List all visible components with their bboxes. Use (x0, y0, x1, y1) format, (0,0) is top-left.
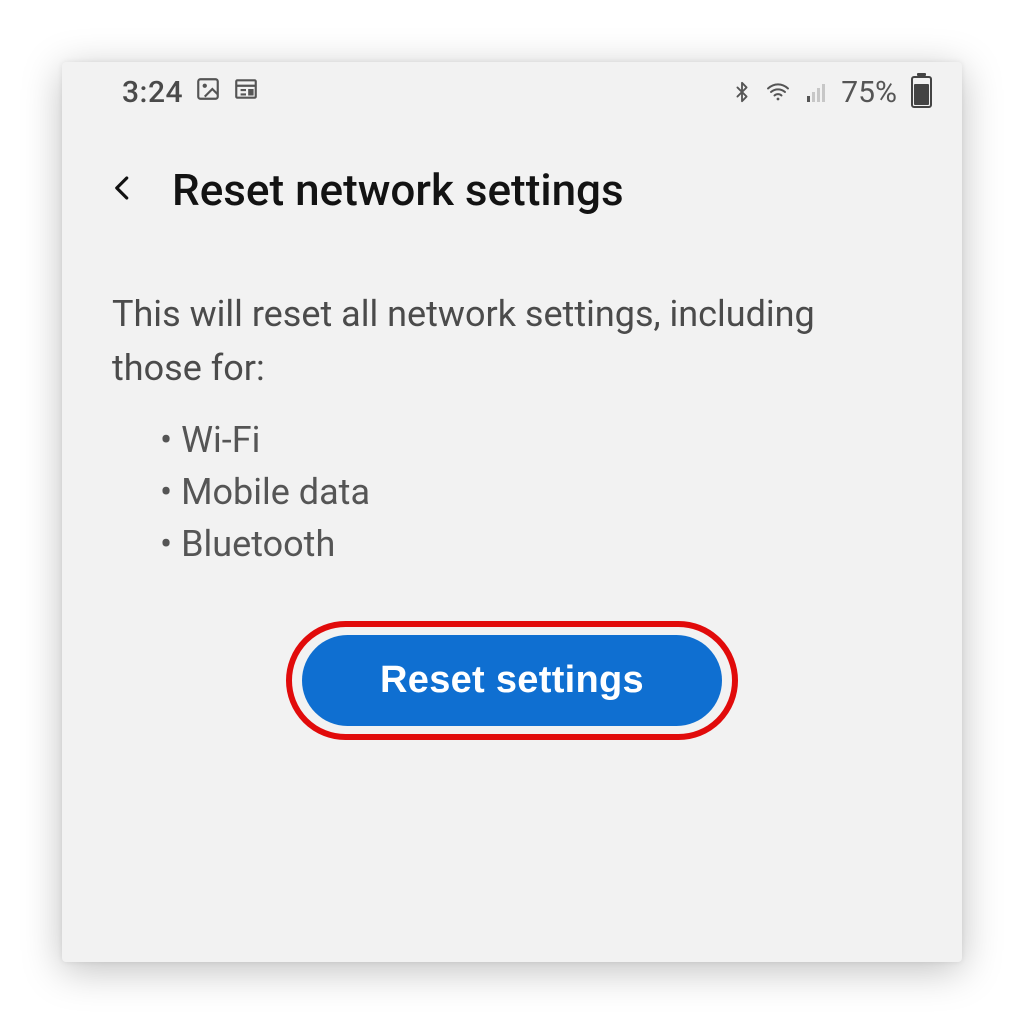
clock-text: 3:24 (122, 75, 183, 110)
battery-icon (907, 76, 932, 108)
image-icon (195, 75, 221, 110)
settings-screen: 3:24 75% (62, 62, 962, 962)
page-title: Reset network settings (172, 164, 624, 216)
signal-icon (803, 80, 831, 104)
wifi-icon (763, 80, 793, 104)
page-body: This will reset all network settings, in… (62, 227, 962, 740)
description-text: This will reset all network settings, in… (112, 287, 912, 395)
news-icon (233, 75, 259, 110)
reset-settings-button[interactable]: Reset settings (302, 635, 722, 726)
highlight-ring: Reset settings (286, 621, 738, 740)
back-button[interactable] (102, 162, 144, 217)
bullet-list: Wi-Fi Mobile data Bluetooth (160, 419, 912, 565)
battery-pct-text: 75% (841, 75, 897, 110)
list-item: Mobile data (160, 471, 912, 513)
list-item: Bluetooth (160, 523, 912, 565)
bluetooth-icon (731, 78, 753, 106)
status-bar: 3:24 75% (62, 62, 962, 122)
title-bar: Reset network settings (62, 122, 962, 227)
status-bar-left: 3:24 (122, 75, 259, 110)
list-item: Wi-Fi (160, 419, 912, 461)
status-bar-right: 75% (731, 75, 932, 110)
chevron-left-icon (108, 196, 138, 211)
